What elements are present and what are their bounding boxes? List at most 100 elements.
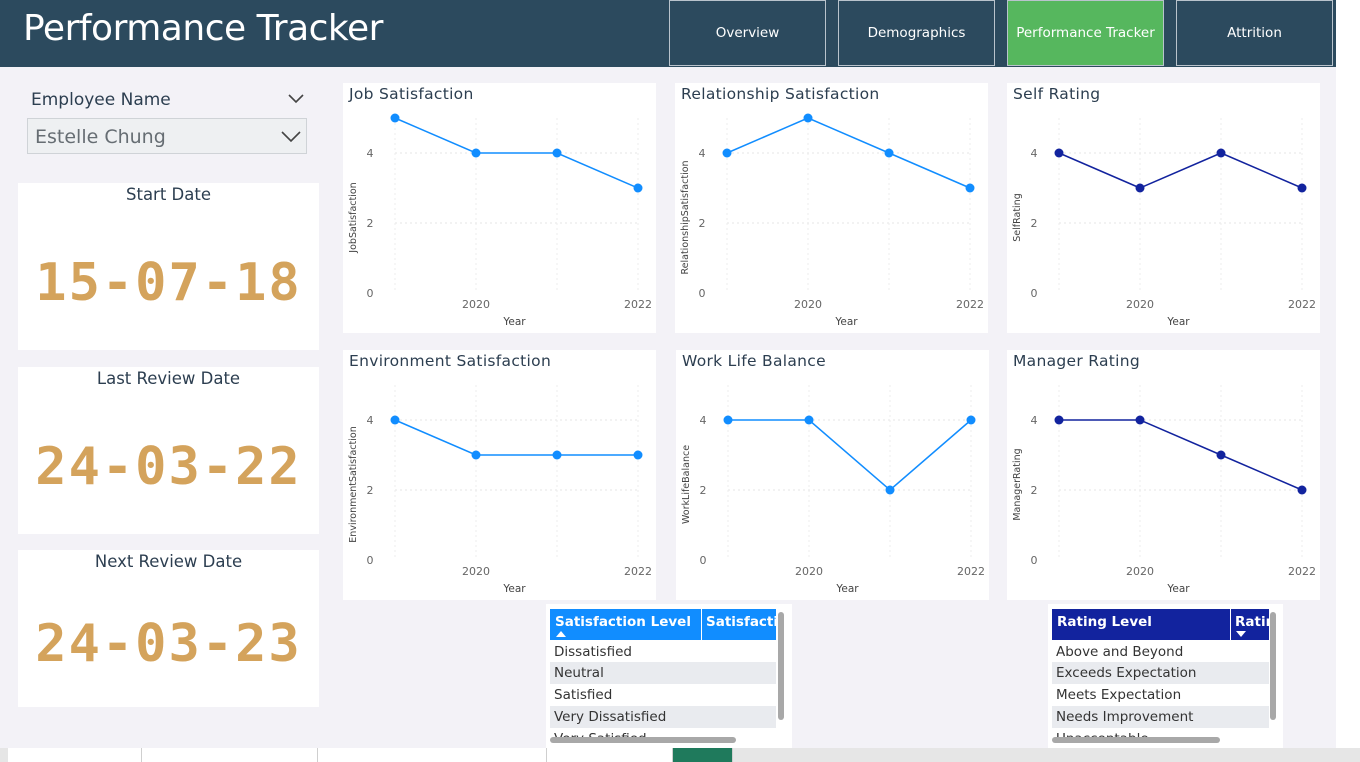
y-tick-label: 0 xyxy=(700,554,707,567)
satisfaction-level-table[interactable]: Satisfaction Level Satisfactio Dissatisf… xyxy=(546,604,792,748)
next-review-date-card: Next Review Date 24-03-23 xyxy=(18,550,319,707)
card-value: 15-07-18 xyxy=(35,253,302,313)
column-header-rating[interactable]: Ratin xyxy=(1235,614,1269,630)
data-point[interactable] xyxy=(884,148,894,158)
y-tick-label: 4 xyxy=(1031,147,1038,160)
employee-name-dropdown[interactable]: Estelle Chung xyxy=(27,118,307,154)
relationship-satisfaction-chart[interactable]: Relationship Satisfaction 0 2 4 2020 2022 Yea… xyxy=(675,83,988,333)
y-tick-label: 2 xyxy=(367,484,374,497)
horizontal-scrollbar[interactable] xyxy=(550,737,736,743)
series-line xyxy=(1059,419,1303,491)
card-title: Start Date xyxy=(126,185,211,204)
sort-descending-icon xyxy=(1236,631,1246,637)
data-point[interactable] xyxy=(471,450,481,460)
y-axis-title: EnvironmentSatisfaction xyxy=(348,426,359,542)
rating-level-table[interactable]: Rating Level Ratin Above and Beyond Exce… xyxy=(1048,604,1283,748)
y-tick-label: 4 xyxy=(1031,414,1038,427)
page-tab[interactable] xyxy=(318,748,547,762)
job-satisfaction-chart[interactable]: Job Satisfaction 0 2 4 2020 2022 Year JobSatis… xyxy=(343,83,656,333)
data-point[interactable] xyxy=(885,485,895,495)
data-point[interactable] xyxy=(471,148,481,158)
data-point[interactable] xyxy=(966,415,976,425)
card-title: Next Review Date xyxy=(94,552,243,571)
data-point[interactable] xyxy=(1297,485,1307,495)
chevron-down-icon[interactable] xyxy=(286,88,306,108)
data-point[interactable] xyxy=(722,148,732,158)
data-point[interactable] xyxy=(1054,148,1064,158)
tab-overview[interactable]: Overview xyxy=(669,0,826,66)
table-row[interactable]: Unacceptable xyxy=(1052,728,1269,737)
data-point[interactable] xyxy=(633,183,643,193)
chart-svg: 0 2 4 2020 2022 Year JobSatisfaction xyxy=(348,113,652,328)
page-tabs-bar xyxy=(0,748,1360,762)
y-tick-label: 2 xyxy=(699,217,706,230)
y-axis-title: WorkLifeBalance xyxy=(681,445,692,524)
y-axis-title: JobSatisfaction xyxy=(348,182,359,253)
x-tick-label: 2022 xyxy=(624,298,652,311)
page-tab[interactable] xyxy=(547,748,673,762)
data-point[interactable] xyxy=(1054,415,1064,425)
table-row[interactable]: Very Dissatisfied xyxy=(550,706,776,728)
data-point[interactable] xyxy=(803,113,813,123)
y-tick-label: 4 xyxy=(699,147,706,160)
table-row[interactable]: Meets Expectation xyxy=(1052,684,1269,706)
table-row[interactable]: Satisfied xyxy=(550,684,776,706)
manager-rating-chart[interactable]: Manager Rating 0 2 4 2020 2022 Year ManagerRat… xyxy=(1007,350,1320,600)
page-title: Performance Tracker xyxy=(23,8,383,49)
x-tick-label: 2022 xyxy=(624,565,652,578)
right-edge xyxy=(1336,0,1360,748)
data-point[interactable] xyxy=(723,415,733,425)
slicer-label: Employee Name xyxy=(31,90,171,110)
series-line xyxy=(1058,152,1303,189)
dropdown-value: Estelle Chung xyxy=(35,126,166,148)
card-value: 24-03-22 xyxy=(35,437,302,497)
chart-svg: 0 2 4 2020 2022 Year ManagerRating xyxy=(1012,385,1316,595)
data-point[interactable] xyxy=(552,450,562,460)
data-point[interactable] xyxy=(1297,183,1307,193)
table-row[interactable]: Needs Improvement xyxy=(1052,706,1269,728)
table-row[interactable]: Very Satisfied xyxy=(550,728,776,737)
y-tick-label: 0 xyxy=(367,287,374,300)
data-point[interactable] xyxy=(552,148,562,158)
data-point[interactable] xyxy=(633,450,643,460)
x-tick-label: 2022 xyxy=(956,298,984,311)
data-point[interactable] xyxy=(1216,148,1226,158)
self-rating-chart[interactable]: Self Rating 0 2 4 2020 2022 Year SelfRating xyxy=(1007,83,1320,333)
y-tick-label: 2 xyxy=(367,217,374,230)
page-tab-active[interactable] xyxy=(673,748,733,762)
x-axis-title: Year xyxy=(1166,583,1190,595)
table-row[interactable]: Dissatisfied xyxy=(550,641,776,663)
tab-attrition[interactable]: Attrition xyxy=(1176,0,1333,66)
column-header-satisfaction[interactable]: Satisfactio xyxy=(706,614,776,630)
table-row[interactable]: Exceeds Expectation xyxy=(1052,662,1269,684)
chart-svg: 0 2 4 2020 2022 Year RelationshipSatisfaction xyxy=(680,113,984,328)
vertical-scrollbar[interactable] xyxy=(778,612,784,720)
page-tab[interactable] xyxy=(8,748,142,762)
column-header-rating-level[interactable]: Rating Level xyxy=(1057,614,1152,630)
data-point[interactable] xyxy=(1135,415,1145,425)
y-tick-label: 2 xyxy=(1031,484,1038,497)
data-point[interactable] xyxy=(965,183,975,193)
environment-satisfaction-chart[interactable]: Environment Satisfaction 0 2 4 2020 2022 Year… xyxy=(343,350,656,600)
x-tick-label: 2020 xyxy=(1126,298,1154,311)
table-row[interactable]: Neutral xyxy=(550,662,776,684)
horizontal-scrollbar[interactable] xyxy=(1052,737,1220,743)
vertical-scrollbar[interactable] xyxy=(1270,612,1276,720)
tab-demographics[interactable]: Demographics xyxy=(838,0,995,66)
x-axis-title: Year xyxy=(1166,316,1190,328)
data-point[interactable] xyxy=(1216,450,1226,460)
y-tick-label: 4 xyxy=(700,414,707,427)
page-tab[interactable] xyxy=(142,748,318,762)
table-row[interactable]: Above and Beyond xyxy=(1052,641,1269,663)
chart-svg: 0 2 4 2020 2022 Year EnvironmentSatisfaction xyxy=(348,385,652,595)
card-value: 24-03-23 xyxy=(35,614,302,674)
y-tick-label: 0 xyxy=(699,287,706,300)
card-title: Last Review Date xyxy=(96,369,241,388)
tab-performance-tracker[interactable]: Performance Tracker xyxy=(1007,0,1164,66)
data-point[interactable] xyxy=(1135,183,1145,193)
data-point[interactable] xyxy=(390,113,400,123)
data-point[interactable] xyxy=(804,415,814,425)
column-header-satisfaction-level[interactable]: Satisfaction Level xyxy=(555,614,691,630)
work-life-balance-chart[interactable]: Work Life Balance 0 2 4 2020 2022 Year WorkLif… xyxy=(676,350,989,600)
data-point[interactable] xyxy=(390,415,400,425)
